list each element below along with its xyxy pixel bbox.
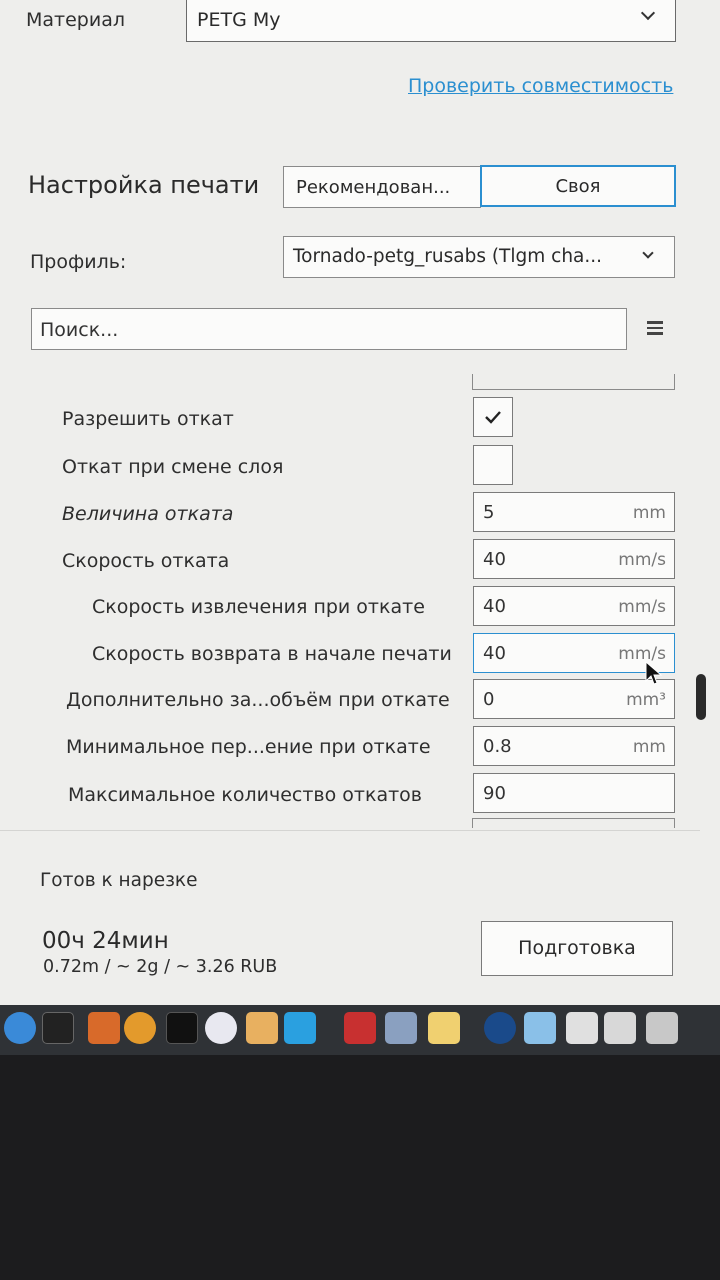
- search-input[interactable]: Поиск...: [31, 308, 627, 350]
- field-value: 40: [483, 549, 506, 570]
- prepare-button-label: Подготовка: [518, 937, 636, 959]
- photos-icon[interactable]: [124, 1012, 156, 1044]
- cura-settings-panel: Материал PETG My Проверить совместимость…: [0, 0, 720, 1005]
- console-icon[interactable]: [42, 1012, 74, 1044]
- presentation-icon[interactable]: [344, 1012, 376, 1044]
- font-icon[interactable]: [246, 1012, 278, 1044]
- retraction-distance-field[interactable]: 5 mm: [473, 492, 675, 532]
- folder-icon[interactable]: [524, 1012, 556, 1044]
- trash-icon[interactable]: [646, 1012, 678, 1044]
- setting-label-retraction-retract-speed: Скорость извлечения при откате: [92, 596, 425, 618]
- finder-icon[interactable]: [4, 1012, 36, 1044]
- search-placeholder: Поиск...: [40, 319, 119, 341]
- notes-icon[interactable]: [428, 1012, 460, 1044]
- material-dropdown[interactable]: PETG My: [186, 0, 676, 42]
- tab-custom-label: Своя: [555, 176, 601, 197]
- retract-layer-change-checkbox[interactable]: [473, 445, 513, 485]
- field-value: 40: [483, 596, 506, 617]
- tab-recommended[interactable]: Рекомендован...: [283, 166, 481, 208]
- menu-icon[interactable]: [647, 321, 663, 335]
- retraction-min-travel-field[interactable]: 0.8 mm: [473, 726, 675, 766]
- chevron-down-icon: [640, 5, 656, 21]
- settings-scrollbar[interactable]: [696, 674, 706, 720]
- tab-recommended-label: Рекомендован...: [296, 177, 451, 198]
- tab-custom[interactable]: Своя: [480, 165, 676, 207]
- divider: [0, 830, 700, 831]
- profile-value: Tornado-petg_rusabs (Tlgm cha...: [293, 246, 603, 267]
- print-details: 0.72m / ~ 2g / ~ 3.26 RUB: [43, 957, 278, 977]
- check-compatibility-link[interactable]: Проверить совместимость: [408, 75, 673, 97]
- field-value: 0.8: [483, 736, 512, 757]
- field-unit: mm/s: [618, 550, 666, 570]
- max-retraction-count-field[interactable]: 90: [473, 773, 675, 813]
- app-c-icon[interactable]: [284, 1012, 316, 1044]
- material-label: Материал: [26, 9, 125, 31]
- field-unit: mm/s: [618, 597, 666, 617]
- preview-icon[interactable]: [385, 1012, 417, 1044]
- previous-field-edge: [472, 374, 675, 390]
- print-time: 00ч 24мин: [42, 928, 169, 954]
- setting-label-enable-retraction: Разрешить откат: [62, 408, 234, 430]
- field-value: 5: [483, 502, 495, 523]
- onepassword-icon[interactable]: [484, 1012, 516, 1044]
- ready-status-text: Готов к нарезке: [40, 870, 198, 891]
- prepare-button[interactable]: Подготовка: [481, 921, 673, 976]
- setting-label-retract-layer-change: Откат при смене слоя: [62, 456, 284, 478]
- enable-retraction-checkbox[interactable]: [473, 397, 513, 437]
- setting-label-retraction-distance: Величина отката: [62, 503, 234, 525]
- retraction-speed-field[interactable]: 40 mm/s: [473, 539, 675, 579]
- setting-label-retraction-min-travel: Минимальное пер...ение при откате: [66, 736, 431, 758]
- document-icon[interactable]: [566, 1012, 598, 1044]
- itunes-icon[interactable]: [205, 1012, 237, 1044]
- field-value: 40: [483, 643, 506, 664]
- chevron-down-icon: [642, 247, 654, 259]
- profile-dropdown[interactable]: Tornado-petg_rusabs (Tlgm cha...: [283, 236, 675, 278]
- setting-label-max-retraction-count: Максимальное количество откатов: [68, 784, 422, 806]
- books-icon[interactable]: [88, 1012, 120, 1044]
- field-unit: mm: [632, 503, 666, 523]
- print-setup-title: Настройка печати: [28, 171, 260, 199]
- terminal-icon[interactable]: [166, 1012, 198, 1044]
- image-icon[interactable]: [604, 1012, 636, 1044]
- material-value: PETG My: [197, 9, 281, 31]
- next-field-edge: [472, 818, 675, 828]
- setting-label-retraction-prime-speed: Скорость возврата в начале печати: [92, 643, 452, 665]
- mouse-cursor-icon: [645, 661, 663, 685]
- checkmark-icon: [484, 410, 501, 424]
- field-unit: mm³: [626, 690, 666, 710]
- profile-label: Профиль:: [30, 251, 127, 273]
- field-value: 0: [483, 689, 495, 710]
- field-unit: mm: [632, 737, 666, 757]
- retraction-retract-speed-field[interactable]: 40 mm/s: [473, 586, 675, 626]
- setting-label-retraction-speed: Скорость отката: [62, 550, 230, 572]
- setting-label-extra-prime-amount: Дополнительно за...объём при откате: [66, 689, 450, 711]
- field-value: 90: [483, 783, 506, 804]
